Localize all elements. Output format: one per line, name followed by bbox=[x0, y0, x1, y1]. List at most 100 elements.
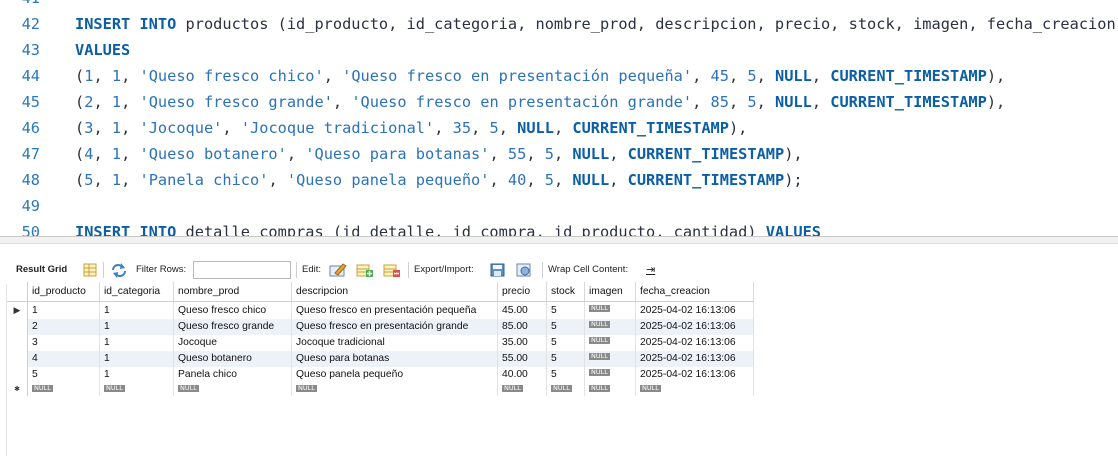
grid-cell[interactable]: 2 bbox=[27, 319, 100, 335]
grid-cell[interactable]: Queso para botanas bbox=[291, 351, 498, 367]
new-row-header[interactable]: ✱ bbox=[7, 383, 28, 396]
code-line[interactable]: 46 (3, 1, 'Jocoque', 'Jocoque tradicional… bbox=[0, 115, 748, 141]
column-header-stock[interactable]: stock bbox=[546, 282, 585, 302]
column-header-descripcion[interactable]: descripcion bbox=[291, 282, 498, 302]
sql-editor[interactable]: 41 42 INSERT INTO productos (id_producto, … bbox=[0, 0, 1118, 236]
sql-number: 5 bbox=[544, 145, 554, 163]
grid-cell[interactable]: NULL bbox=[584, 319, 636, 335]
grid-cell[interactable]: 4 bbox=[27, 351, 100, 367]
grid-cell[interactable]: 3 bbox=[27, 335, 100, 351]
grid-cell[interactable]: 55.00 bbox=[497, 351, 547, 367]
new-row[interactable]: ✱ NULL NULL NULL NULL NULL NULL NULL NULL bbox=[7, 383, 754, 396]
code-line[interactable]: 41 bbox=[0, 0, 75, 11]
grid-cell[interactable]: NULL bbox=[99, 383, 174, 396]
code-line[interactable]: 47 (4, 1, 'Queso botanero', 'Queso para b… bbox=[0, 141, 803, 167]
grid-cell[interactable]: 45.00 bbox=[497, 301, 547, 319]
sql-text: , bbox=[121, 119, 140, 137]
grid-cell[interactable]: 2025-04-02 16:13:06 bbox=[635, 301, 754, 319]
code-line[interactable]: 43 VALUES bbox=[0, 37, 131, 63]
grid-cell[interactable]: 5 bbox=[546, 301, 585, 319]
column-header-imagen[interactable]: imagen bbox=[584, 282, 636, 302]
grid-cell[interactable]: 2025-04-02 16:13:06 bbox=[635, 319, 754, 335]
row-header[interactable] bbox=[7, 367, 28, 383]
table-row[interactable]: 5 1 Panela chico Queso panela pequeño 40.00 5… bbox=[7, 367, 754, 383]
table-row[interactable]: ▶ 1 1 Queso fresco chico Queso fresco en pre… bbox=[7, 301, 754, 319]
grid-cell[interactable]: NULL bbox=[497, 383, 547, 396]
code-line[interactable]: 44 (1, 1, 'Queso fresco chico', 'Queso fr… bbox=[0, 63, 1006, 89]
grid-cell[interactable]: Jocoque bbox=[173, 335, 292, 351]
delete-row-icon[interactable] bbox=[383, 262, 400, 278]
grid-cell[interactable]: Panela chico bbox=[173, 367, 292, 383]
grid-cell[interactable]: NULL bbox=[584, 335, 636, 351]
grid-cell[interactable]: 5 bbox=[27, 367, 100, 383]
grid-cell[interactable]: 85.00 bbox=[497, 319, 547, 335]
grid-cell[interactable]: 35.00 bbox=[497, 335, 547, 351]
row-header[interactable] bbox=[7, 319, 28, 335]
row-header[interactable]: ▶ bbox=[7, 301, 28, 319]
table-row[interactable]: 2 1 Queso fresco grande Queso fresco en pre… bbox=[7, 319, 754, 335]
export-icon[interactable] bbox=[490, 262, 506, 278]
null-badge: NULL bbox=[589, 303, 610, 312]
grid-cell[interactable]: Queso fresco grande bbox=[173, 319, 292, 335]
code-line[interactable]: 50 INSERT INTO detalle_compras (id_detall… bbox=[0, 219, 821, 236]
grid-cell[interactable]: 1 bbox=[99, 301, 174, 319]
grid-cell[interactable]: 1 bbox=[99, 319, 174, 335]
grid-cell[interactable]: NULL bbox=[635, 383, 754, 396]
filter-rows-label: Filter Rows: bbox=[136, 264, 187, 275]
code-line[interactable]: 45 (2, 1, 'Queso fresco grande', 'Queso f… bbox=[0, 89, 1006, 115]
grid-cell[interactable]: 1 bbox=[99, 335, 174, 351]
result-grid[interactable]: id_producto id_categoria nombre_prod descri… bbox=[7, 282, 754, 396]
refresh-icon[interactable] bbox=[110, 262, 126, 278]
grid-cell[interactable]: 2025-04-02 16:13:06 bbox=[635, 351, 754, 367]
grid-cell[interactable]: NULL bbox=[584, 351, 636, 367]
table-row[interactable]: 3 1 Jocoque Jocoque tradicional 35.00 5 NULL 20… bbox=[7, 335, 754, 351]
column-header-fecha-creacion[interactable]: fecha_creacion bbox=[635, 282, 754, 302]
column-header-id-producto[interactable]: id_producto bbox=[27, 282, 100, 302]
sql-string: 'Queso para botanas' bbox=[305, 145, 490, 163]
grid-view-icon[interactable] bbox=[82, 262, 98, 278]
grid-cell[interactable]: Queso fresco chico bbox=[173, 301, 292, 319]
row-header[interactable] bbox=[7, 351, 28, 367]
wrap-cell-icon[interactable]: ⇥ bbox=[646, 258, 655, 282]
grid-cell[interactable]: Queso botanero bbox=[173, 351, 292, 367]
grid-cell[interactable]: 5 bbox=[546, 351, 585, 367]
sql-number: 85 bbox=[710, 93, 729, 111]
null-badge: NULL bbox=[640, 383, 661, 392]
grid-cell[interactable]: NULL bbox=[546, 383, 585, 396]
row-header[interactable] bbox=[7, 335, 28, 351]
grid-cell[interactable]: NULL bbox=[173, 383, 292, 396]
grid-cell[interactable]: 1 bbox=[99, 367, 174, 383]
sql-keyword: NULL bbox=[572, 171, 610, 189]
grid-cell[interactable]: 5 bbox=[546, 367, 585, 383]
edit-row-icon[interactable] bbox=[329, 262, 347, 278]
grid-cell[interactable]: NULL bbox=[584, 383, 636, 396]
table-row[interactable]: 4 1 Queso botanero Queso para botanas 55.00 5… bbox=[7, 351, 754, 367]
grid-cell[interactable]: NULL bbox=[584, 301, 636, 319]
grid-cell[interactable]: 2025-04-02 16:13:06 bbox=[635, 367, 754, 383]
grid-cell[interactable]: NULL bbox=[27, 383, 100, 396]
grid-cell[interactable]: NULL bbox=[291, 383, 498, 396]
add-row-icon[interactable] bbox=[356, 262, 373, 278]
filter-rows-input[interactable] bbox=[193, 261, 291, 279]
grid-cell[interactable]: Queso panela pequeño bbox=[291, 367, 498, 383]
column-header-nombre-prod[interactable]: nombre_prod bbox=[173, 282, 292, 302]
grid-cell[interactable]: 1 bbox=[27, 301, 100, 319]
grid-cell[interactable]: Queso fresco en presentación pequeña bbox=[291, 301, 498, 319]
grid-cell[interactable]: 2025-04-02 16:13:06 bbox=[635, 335, 754, 351]
line-number: 50 bbox=[21, 223, 40, 236]
code-line[interactable]: 48 (5, 1, 'Panela chico', 'Queso panela p… bbox=[0, 167, 803, 193]
column-header-precio[interactable]: precio bbox=[497, 282, 547, 302]
result-grid-tab[interactable]: Result Grid bbox=[16, 258, 67, 282]
code-line[interactable]: 42 INSERT INTO productos (id_producto, id… bbox=[0, 11, 1118, 37]
grid-cell[interactable]: Queso fresco en presentación grande bbox=[291, 319, 498, 335]
grid-cell[interactable]: NULL bbox=[584, 367, 636, 383]
grid-cell[interactable]: Jocoque tradicional bbox=[291, 335, 498, 351]
code-line[interactable]: 49 bbox=[0, 193, 75, 219]
import-icon[interactable] bbox=[516, 262, 532, 278]
grid-cell[interactable]: 40.00 bbox=[497, 367, 547, 383]
column-header-id-categoria[interactable]: id_categoria bbox=[99, 282, 174, 302]
grid-cell[interactable]: 5 bbox=[546, 335, 585, 351]
panel-splitter[interactable] bbox=[0, 236, 1118, 244]
grid-cell[interactable]: 1 bbox=[99, 351, 174, 367]
grid-cell[interactable]: 5 bbox=[546, 319, 585, 335]
